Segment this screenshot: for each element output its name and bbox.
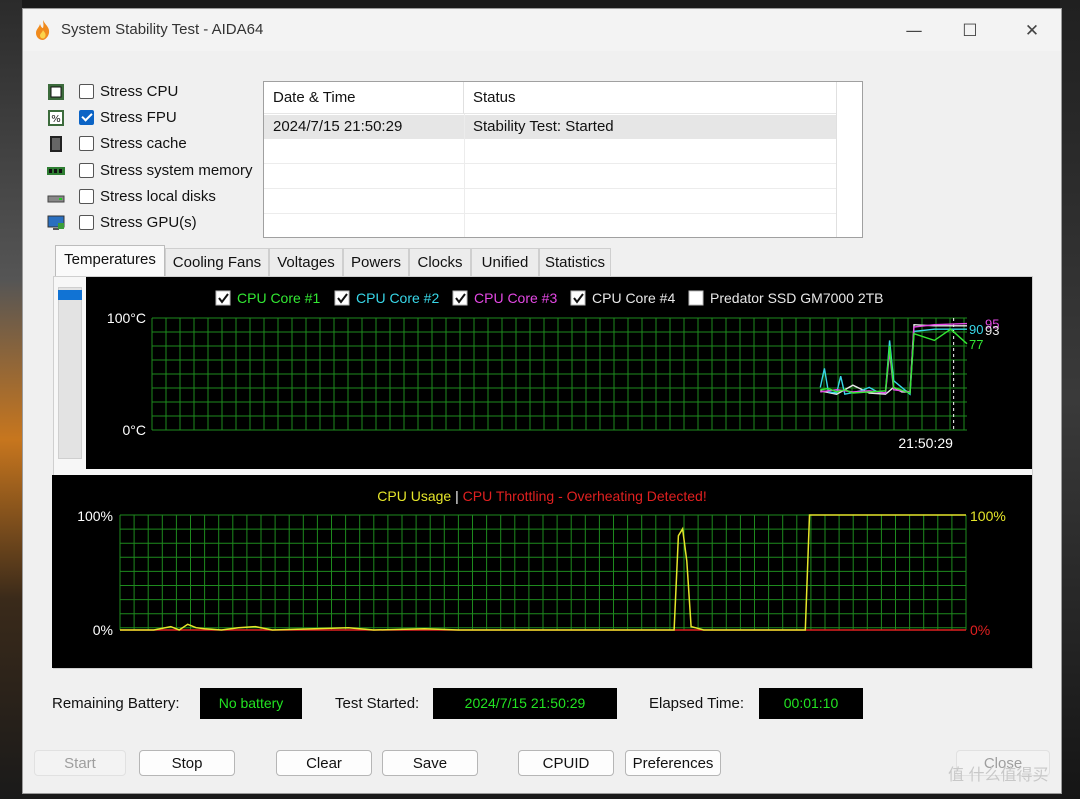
- log-header-status[interactable]: Status: [464, 82, 838, 114]
- title-bar[interactable]: System Stability Test - AIDA64 — ☐ ✕: [23, 9, 1061, 51]
- y-axis-bottom-label: 0°C: [123, 422, 147, 438]
- tab-unified[interactable]: Unified: [471, 248, 539, 276]
- tab-powers[interactable]: Powers: [343, 248, 409, 276]
- checkbox-stress-cpu[interactable]: [79, 84, 94, 99]
- legend-label-3: CPU Core #3: [474, 290, 557, 306]
- watermark-text: 值 什么值得买: [948, 767, 1049, 784]
- battery-value: No battery: [200, 688, 302, 719]
- legend-checkbox-1: [215, 290, 231, 306]
- close-icon: ✕: [1024, 21, 1040, 41]
- label-stress-cpu: Stress CPU: [100, 83, 179, 100]
- battery-label: Remaining Battery:: [52, 695, 180, 712]
- cpu-usage-chart: CPU Usage | CPU Throttling - Overheating…: [52, 475, 1032, 668]
- end-value-label: 77: [969, 337, 983, 352]
- test-started-label: Test Started:: [335, 695, 420, 712]
- cpu-usage-chart-svg: CPU Usage | CPU Throttling - Overheating…: [77, 488, 1006, 638]
- svg-text:%: %: [51, 114, 61, 125]
- y-right-top-label: 100%: [970, 508, 1006, 524]
- label-stress-gpu: Stress GPU(s): [100, 214, 197, 231]
- option-stress-memory[interactable]: Stress system memory: [47, 160, 267, 182]
- row-divider: [264, 163, 838, 164]
- cache-icon: [50, 136, 62, 152]
- stop-button[interactable]: Stop: [139, 750, 235, 776]
- log-cell-status: Stability Test: Started: [473, 118, 614, 135]
- table-row[interactable]: 2024/7/15 21:50:29 Stability Test: Start…: [264, 115, 838, 139]
- window-title: System Stability Test - AIDA64: [61, 21, 264, 38]
- checkbox-stress-memory[interactable]: [79, 163, 94, 178]
- elapsed-time-value: 00:01:10: [759, 688, 863, 719]
- close-window-button[interactable]: ✕: [1009, 15, 1055, 47]
- legend-label-1: CPU Core #1: [237, 290, 320, 306]
- preferences-button[interactable]: Preferences: [625, 750, 721, 776]
- sensor-list-scroll-thumb[interactable]: [58, 290, 82, 300]
- label-stress-memory: Stress system memory: [100, 162, 253, 179]
- event-log-table[interactable]: Date & Time Status 2024/7/15 21:50:29 St…: [263, 81, 863, 238]
- time-marker-label: 21:50:29: [898, 435, 953, 451]
- tab-temperatures[interactable]: Temperatures: [55, 245, 165, 277]
- log-scrollbar[interactable]: [836, 82, 862, 237]
- checkbox-stress-gpu[interactable]: [79, 215, 94, 230]
- minimize-button[interactable]: —: [891, 15, 937, 47]
- label-stress-disks: Stress local disks: [100, 188, 216, 205]
- desktop-background-right: [1060, 0, 1080, 799]
- memory-module-icon: [47, 167, 65, 175]
- legend-checkbox-2: [334, 290, 350, 306]
- maximize-button[interactable]: ☐: [947, 15, 993, 47]
- checkbox-stress-cache[interactable]: [79, 136, 94, 151]
- maximize-icon: ☐: [962, 21, 978, 41]
- row-divider: [264, 188, 838, 189]
- label-stress-cache: Stress cache: [100, 135, 187, 152]
- fpu-percent-icon: %: [48, 110, 64, 126]
- cpu-usage-title-separator: |: [455, 488, 463, 504]
- option-stress-gpu[interactable]: Stress GPU(s): [47, 212, 267, 234]
- legend-label-2: CPU Core #2: [356, 290, 439, 306]
- temperature-chart: CPU Core #1 CPU Core #2 CPU Core #3 CPU Cor…: [86, 277, 1032, 469]
- option-stress-cache[interactable]: Stress cache: [47, 133, 267, 155]
- tab-cooling-fans[interactable]: Cooling Fans: [165, 248, 269, 276]
- y-axis-top-label: 100°C: [107, 310, 146, 326]
- option-stress-disks[interactable]: Stress local disks: [47, 186, 267, 208]
- cpuid-button[interactable]: CPUID: [518, 750, 614, 776]
- cpu-throttling-warning: CPU Throttling - Overheating Detected!: [463, 488, 707, 504]
- temperature-chart-svg: CPU Core #1 CPU Core #2 CPU Core #3 CPU Cor…: [107, 290, 1000, 451]
- elapsed-time-label: Elapsed Time:: [649, 695, 745, 712]
- label-stress-fpu: Stress FPU: [100, 109, 177, 126]
- column-divider: [464, 114, 465, 237]
- sensor-list-scrollbar[interactable]: [58, 287, 82, 459]
- log-cell-datetime: 2024/7/15 21:50:29: [273, 118, 403, 135]
- checkbox-stress-fpu[interactable]: [79, 110, 94, 125]
- legend-checkbox-3: [452, 290, 468, 306]
- tab-clocks[interactable]: Clocks: [409, 248, 471, 276]
- checkbox-stress-disks[interactable]: [79, 189, 94, 204]
- monitor-gpu-icon: [47, 215, 65, 230]
- log-header-datetime[interactable]: Date & Time: [264, 82, 464, 114]
- row-divider: [264, 213, 838, 214]
- option-stress-cpu[interactable]: Stress CPU: [47, 81, 267, 103]
- end-value-label: 93: [985, 323, 999, 338]
- end-value-label: 90: [969, 322, 983, 337]
- cpu-usage-title: CPU Usage | CPU Throttling - Overheating…: [377, 488, 706, 504]
- aida64-window: System Stability Test - AIDA64 — ☐ ✕ Str…: [22, 8, 1062, 794]
- clear-button[interactable]: Clear: [276, 750, 372, 776]
- start-button[interactable]: Start: [34, 750, 126, 776]
- test-started-value: 2024/7/15 21:50:29: [433, 688, 617, 719]
- legend-checkbox-4: [570, 290, 586, 306]
- y-left-bottom-label: 0%: [93, 622, 113, 638]
- legend-checkbox-5: [688, 290, 704, 306]
- minimize-icon: —: [905, 21, 923, 41]
- cpu-chip-icon: [48, 84, 64, 100]
- tab-statistics[interactable]: Statistics: [539, 248, 611, 276]
- legend-label-4: CPU Core #4: [592, 290, 675, 306]
- legend-label-5: Predator SSD GM7000 2TB: [710, 290, 884, 306]
- option-stress-fpu[interactable]: % Stress FPU: [47, 107, 267, 129]
- cpu-usage-title-left: CPU Usage: [377, 488, 455, 504]
- desktop-background-left: [0, 0, 22, 799]
- tab-voltages[interactable]: Voltages: [269, 248, 343, 276]
- y-left-top-label: 100%: [77, 508, 113, 524]
- flame-icon: [36, 20, 50, 40]
- save-button[interactable]: Save: [382, 750, 478, 776]
- disk-drive-icon: [47, 195, 65, 203]
- y-right-bottom-label: 0%: [970, 622, 990, 638]
